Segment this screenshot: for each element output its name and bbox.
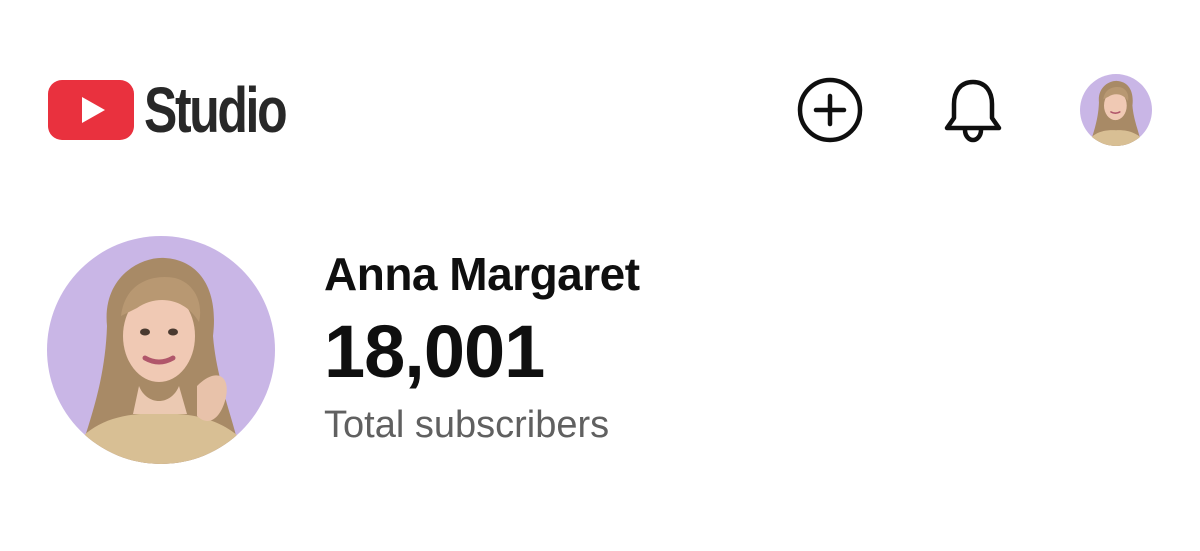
studio-logo[interactable]: Studio xyxy=(48,78,325,142)
notifications-button[interactable] xyxy=(939,76,1007,144)
account-avatar[interactable] xyxy=(1080,74,1152,146)
bell-icon xyxy=(944,79,1002,143)
channel-avatar xyxy=(47,236,275,464)
plus-circle-icon xyxy=(797,77,863,143)
profile-photo-icon xyxy=(1080,74,1152,146)
youtube-play-icon xyxy=(48,80,134,140)
top-app-bar: Studio xyxy=(0,0,1200,190)
channel-name: Anna Margaret xyxy=(324,248,640,300)
create-button[interactable] xyxy=(796,76,864,144)
profile-photo-icon xyxy=(47,236,275,464)
channel-summary: Anna Margaret 18,001 Total subscribers xyxy=(324,246,640,448)
logo-text: Studio xyxy=(144,74,288,146)
subscriber-label: Total subscribers xyxy=(324,404,610,446)
subscriber-count: 18,001 xyxy=(324,310,545,393)
